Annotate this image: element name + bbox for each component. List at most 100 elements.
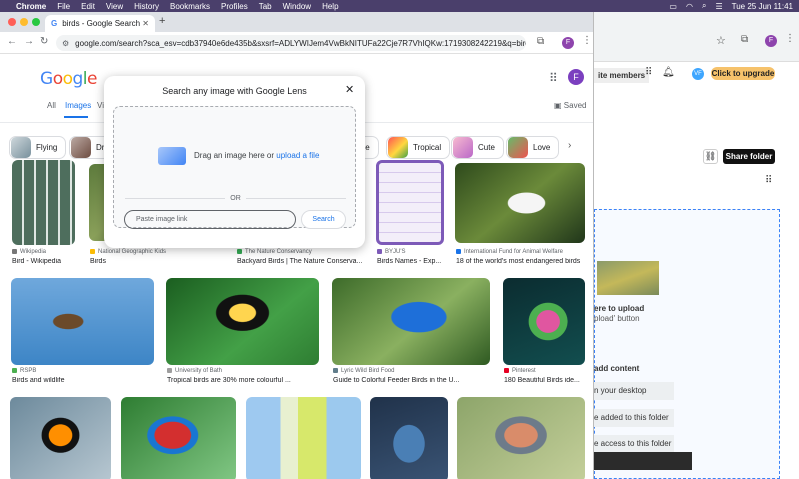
more-menu-icon[interactable]: ⋮ xyxy=(785,33,795,44)
google-logo[interactable]: Google xyxy=(40,69,97,89)
menu-view[interactable]: View xyxy=(106,2,123,11)
clock[interactable]: Tue 25 Jun 11:41 xyxy=(732,2,793,11)
minimize-window-button[interactable] xyxy=(20,18,28,26)
share-folder-button[interactable]: Share folder xyxy=(723,149,775,164)
invite-members-button[interactable]: ite members xyxy=(594,68,650,83)
new-tab-icon[interactable]: + xyxy=(159,15,165,27)
source-lyric[interactable]: Lyric Wild Bird Food xyxy=(333,368,394,374)
search-icon[interactable]: ⌕ xyxy=(702,1,706,11)
menu-file[interactable]: File xyxy=(57,2,70,11)
title-pinterest[interactable]: 180 Beautiful Birds ide... xyxy=(504,377,586,384)
result-image-macaw[interactable] xyxy=(121,397,236,479)
menu-edit[interactable]: Edit xyxy=(81,2,95,11)
extensions-icon[interactable]: ⧉ xyxy=(741,34,748,45)
result-image-crowned-pigeon[interactable] xyxy=(370,397,448,479)
source-label: National Geographic Kids xyxy=(98,249,167,256)
notification-bell-icon[interactable]: 🔔︎ xyxy=(662,67,675,78)
tab-videos[interactable]: Vi xyxy=(97,101,104,110)
apps-grid-icon[interactable]: ⠿ xyxy=(645,67,652,78)
result-image-bath[interactable] xyxy=(166,278,319,365)
reload-icon[interactable]: ↻ xyxy=(40,36,48,47)
result-image-byjus[interactable] xyxy=(376,160,444,245)
dark-bar xyxy=(594,452,692,470)
title-wikipedia[interactable]: Bird - Wikipedia xyxy=(12,258,84,265)
wifi-icon[interactable]: ◠ xyxy=(686,2,693,11)
back-icon[interactable]: ← xyxy=(7,36,17,47)
menu-chrome[interactable]: Chrome xyxy=(16,2,46,11)
menu-tab[interactable]: Tab xyxy=(259,2,272,11)
user-avatar[interactable]: VF xyxy=(692,68,704,80)
title-rspb[interactable]: Birds and wildlife xyxy=(12,377,152,384)
result-image-chaffinch[interactable] xyxy=(457,397,585,479)
option-access[interactable]: e access to this folder xyxy=(594,435,674,453)
chip-label: Flying xyxy=(36,143,58,152)
title-natgeo[interactable]: Birds xyxy=(90,258,225,265)
title-bath[interactable]: Tropical birds are 30% more colourful ..… xyxy=(167,377,319,384)
title-lyric[interactable]: Guide to Colorful Feeder Birds in the U.… xyxy=(333,377,491,384)
tab-google-search[interactable]: G birds - Google Search ✕ xyxy=(45,15,155,32)
close-tab-icon[interactable]: ✕ xyxy=(142,19,149,28)
source-ifaw[interactable]: International Fund for Animal Welfare xyxy=(456,249,563,255)
chip-cute-thumb xyxy=(453,137,473,158)
menu-profiles[interactable]: Profiles xyxy=(221,2,248,11)
upload-file-link[interactable]: upload a file xyxy=(276,151,319,160)
title-ifaw[interactable]: 18 of the world's most endangered birds xyxy=(456,258,586,265)
source-pinterest[interactable]: Pinterest xyxy=(504,368,536,374)
result-image-oriole[interactable] xyxy=(10,397,111,479)
result-image-budgies[interactable] xyxy=(246,397,361,479)
close-icon[interactable]: ✕ xyxy=(345,83,354,96)
result-image-lyric[interactable] xyxy=(332,278,490,365)
tab-all[interactable]: All xyxy=(47,101,56,110)
lens-search-button[interactable]: Search xyxy=(301,210,346,229)
title-byjus[interactable]: Birds Names - Exp... xyxy=(377,258,449,265)
result-image-pinterest[interactable] xyxy=(503,278,585,365)
paste-image-link-input[interactable]: Paste image link xyxy=(124,210,296,229)
result-image-wikipedia[interactable] xyxy=(12,160,75,245)
title-nature-conservancy[interactable]: Backyard Birds | The Nature Conserva... xyxy=(237,258,370,265)
chip-tropical[interactable]: Tropical xyxy=(386,136,451,159)
chip-love[interactable]: Love xyxy=(506,136,560,159)
source-nature-conservancy[interactable]: The Nature Conservancy xyxy=(237,249,312,255)
result-image-rspb[interactable] xyxy=(11,278,154,365)
menu-history[interactable]: History xyxy=(134,2,159,11)
extensions-icon[interactable]: ⧉ xyxy=(537,36,544,47)
source-wikipedia[interactable]: Wikipedia xyxy=(12,249,46,255)
saved-link[interactable]: ▣ Saved xyxy=(554,101,586,110)
chip-flying[interactable]: Flying xyxy=(9,136,67,159)
chip-love-thumb xyxy=(508,137,528,158)
lens-dropzone[interactable]: Drag an image here or upload a file OR P… xyxy=(113,106,356,229)
source-rspb[interactable]: RSPB xyxy=(12,368,36,374)
mac-menubar: Chrome File Edit View History Bookmarks … xyxy=(0,0,799,12)
tab-images[interactable]: Images xyxy=(65,101,91,110)
option-desktop[interactable]: n your desktop xyxy=(594,382,674,400)
source-byjus[interactable]: BYJU'S xyxy=(377,249,405,255)
chevron-right-icon[interactable]: › xyxy=(568,140,571,151)
battery-icon[interactable]: ▭ xyxy=(669,2,677,11)
site-info-icon[interactable]: ⚙ xyxy=(62,39,69,48)
close-window-button[interactable] xyxy=(8,18,16,26)
menu-bookmarks[interactable]: Bookmarks xyxy=(170,2,210,11)
status-area: ▭ ◠ ⌕ ☰ Tue 25 Jun 11:41 xyxy=(669,1,793,11)
more-menu-icon[interactable]: ⋮ xyxy=(582,35,592,46)
upgrade-button[interactable]: Click to upgrade xyxy=(711,67,775,80)
forward-icon[interactable]: → xyxy=(24,36,34,47)
google-apps-icon[interactable]: ⠿ xyxy=(549,71,558,85)
chip-drawing-thumb xyxy=(71,137,91,158)
zoom-window-button[interactable] xyxy=(32,18,40,26)
copy-link-icon[interactable]: ⛓ xyxy=(703,149,718,164)
menu-window[interactable]: Window xyxy=(283,2,311,11)
bookmark-star-icon[interactable]: ☆ xyxy=(716,34,726,47)
profile-avatar[interactable]: F xyxy=(562,37,574,49)
chip-cute[interactable]: Cute xyxy=(451,136,504,159)
source-bath[interactable]: University of Bath xyxy=(167,368,222,374)
wikipedia-favicon-icon xyxy=(12,249,17,254)
result-image-ifaw[interactable] xyxy=(455,163,585,243)
source-natgeo[interactable]: National Geographic Kids xyxy=(90,249,166,255)
address-bar[interactable]: ⚙ google.com/search?sca_esv=cdb37940e6de… xyxy=(56,35,526,51)
option-added[interactable]: e added to this folder xyxy=(594,409,674,427)
profile-avatar[interactable]: F xyxy=(765,35,777,47)
grid-menu-icon[interactable]: ⠿ xyxy=(765,175,772,186)
control-center-icon[interactable]: ☰ xyxy=(715,2,722,11)
menu-help[interactable]: Help xyxy=(322,2,338,11)
google-account-avatar[interactable]: F xyxy=(568,69,584,85)
